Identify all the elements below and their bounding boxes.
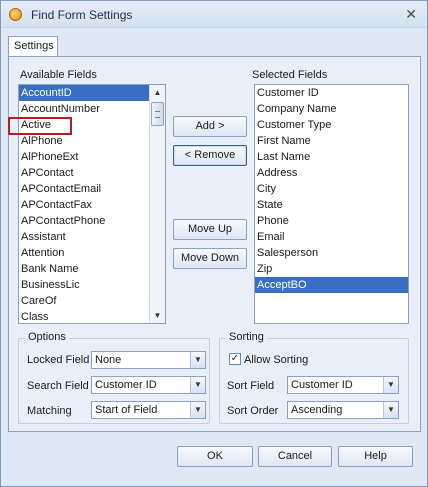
matching-value: Start of Field [95, 404, 158, 416]
available-field-item[interactable]: APContactPhone [19, 213, 165, 229]
app-icon [9, 8, 22, 21]
help-button[interactable]: Help [338, 446, 413, 467]
ok-button[interactable]: OK [177, 446, 253, 467]
sort-order-select[interactable]: Ascending ▼ [287, 401, 399, 419]
allow-sorting-checkbox[interactable]: ✓ [229, 353, 241, 365]
selected-field-item[interactable]: Salesperson [255, 245, 408, 261]
selected-field-item[interactable]: AcceptBO [255, 277, 408, 293]
available-fields-label: Available Fields [20, 69, 97, 81]
search-field-select[interactable]: Customer ID ▼ [91, 376, 206, 394]
options-title: Options [25, 331, 69, 343]
chevron-down-icon[interactable]: ▼ [190, 377, 205, 393]
available-field-item[interactable]: APContact [19, 165, 165, 181]
available-field-item[interactable]: AccountID [19, 85, 165, 101]
available-field-item[interactable]: Class [19, 309, 165, 323]
available-field-item[interactable]: BusinessLic [19, 277, 165, 293]
move-down-button[interactable]: Move Down [173, 248, 247, 269]
cancel-button[interactable]: Cancel [258, 446, 332, 467]
available-field-item[interactable]: CareOf [19, 293, 165, 309]
search-field-value: Customer ID [95, 379, 157, 391]
window-title: Find Form Settings [31, 8, 133, 22]
matching-select[interactable]: Start of Field ▼ [91, 401, 206, 419]
selected-field-item[interactable]: Email [255, 229, 408, 245]
tab-settings[interactable]: Settings [8, 36, 58, 57]
sort-field-select[interactable]: Customer ID ▼ [287, 376, 399, 394]
scroll-down-icon[interactable]: ▼ [150, 308, 165, 323]
selected-field-item[interactable]: Company Name [255, 101, 408, 117]
selected-fields-list[interactable]: Customer ID Company Name Customer Type Firs… [254, 84, 409, 324]
sort-field-label: Sort Field [227, 380, 275, 392]
selected-field-item[interactable]: City [255, 181, 408, 197]
scroll-thumb[interactable] [151, 102, 164, 126]
search-field-label: Search Field [27, 380, 89, 392]
remove-button[interactable]: < Remove [173, 145, 247, 166]
move-up-button[interactable]: Move Up [173, 219, 247, 240]
selected-field-item[interactable]: Phone [255, 213, 408, 229]
selected-field-item[interactable]: Last Name [255, 149, 408, 165]
dialog-window: Find Form Settings ✕ Settings Available … [0, 0, 428, 487]
chevron-down-icon[interactable]: ▼ [190, 402, 205, 418]
chevron-down-icon[interactable]: ▼ [383, 402, 398, 418]
available-scrollbar[interactable]: ▲ ▼ [149, 85, 165, 323]
available-field-item[interactable]: AlPhone [19, 133, 165, 149]
locked-field-label: Locked Field [27, 354, 90, 366]
available-field-item[interactable]: AlPhoneExt [19, 149, 165, 165]
selected-field-item[interactable]: First Name [255, 133, 408, 149]
selected-fields-label: Selected Fields [252, 69, 328, 81]
available-field-item[interactable]: Bank Name [19, 261, 165, 277]
selected-field-item[interactable]: Customer Type [255, 117, 408, 133]
sort-order-label: Sort Order [227, 405, 279, 417]
close-icon[interactable]: ✕ [405, 6, 417, 23]
title-bar: Find Form Settings ✕ [1, 1, 427, 28]
locked-field-select[interactable]: None ▼ [91, 351, 206, 369]
add-button[interactable]: Add > [173, 116, 247, 137]
locked-field-value: None [95, 354, 122, 366]
selected-field-item[interactable]: Zip [255, 261, 408, 277]
available-field-item[interactable]: APContactEmail [19, 181, 165, 197]
chevron-down-icon[interactable]: ▼ [190, 352, 205, 368]
available-field-item[interactable]: Assistant [19, 229, 165, 245]
selected-field-item[interactable]: Address [255, 165, 408, 181]
sort-field-value: Customer ID [291, 379, 353, 391]
allow-sorting-label: Allow Sorting [244, 354, 309, 366]
scroll-up-icon[interactable]: ▲ [150, 85, 165, 100]
selected-field-item[interactable]: Customer ID [255, 85, 408, 101]
active-field-highlight [8, 117, 72, 135]
available-field-item[interactable]: APContactFax [19, 197, 165, 213]
matching-label: Matching [27, 405, 72, 417]
chevron-down-icon[interactable]: ▼ [383, 377, 398, 393]
sort-order-value: Ascending [291, 404, 343, 416]
sorting-title: Sorting [226, 331, 267, 343]
selected-field-item[interactable]: State [255, 197, 408, 213]
available-field-item[interactable]: Attention [19, 245, 165, 261]
available-field-item[interactable]: AccountNumber [19, 101, 165, 117]
